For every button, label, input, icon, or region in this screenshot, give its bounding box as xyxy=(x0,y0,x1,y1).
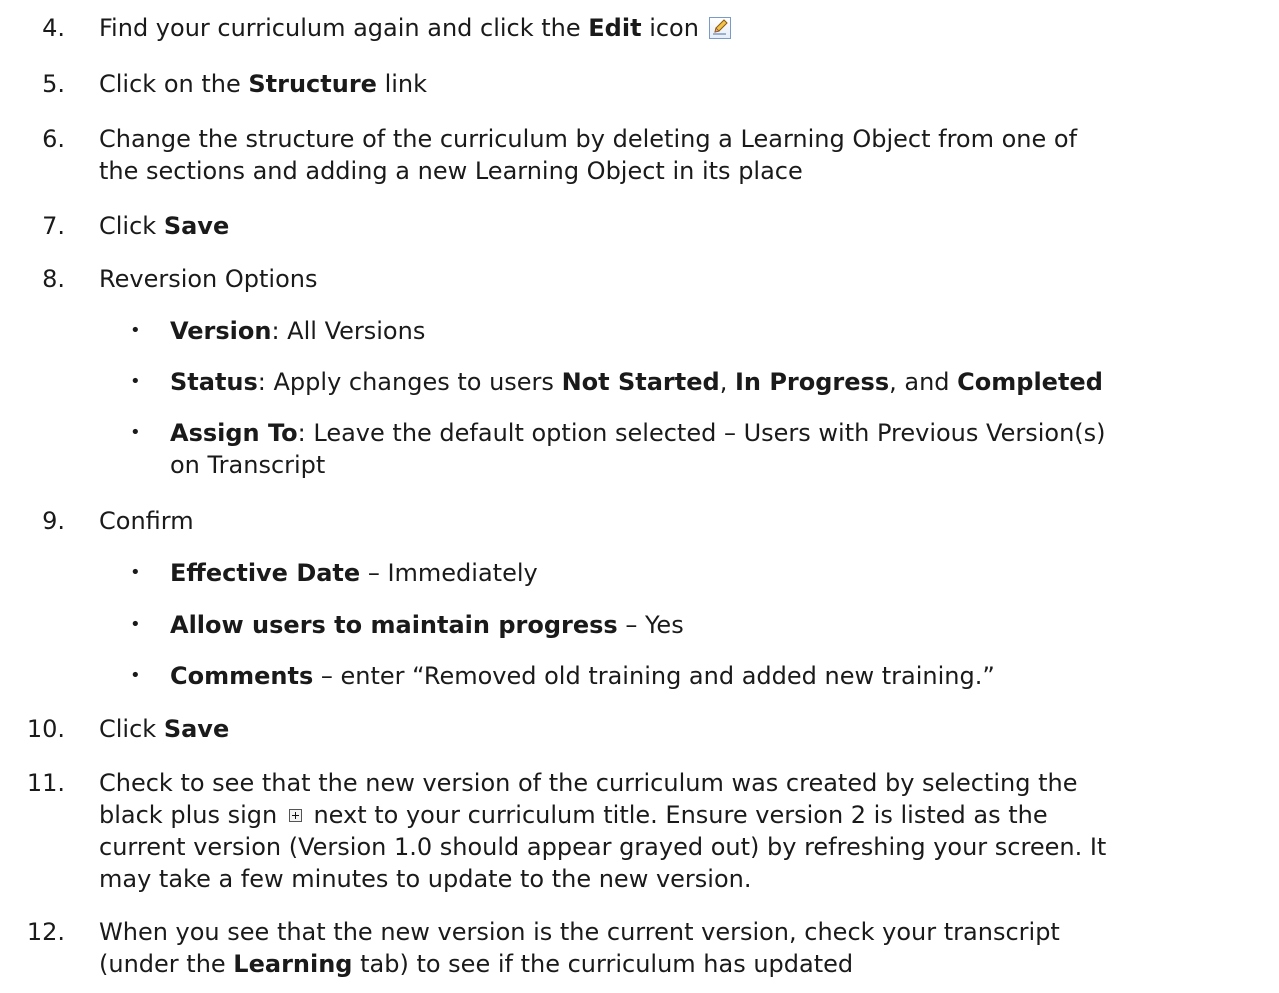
step-number: 10. xyxy=(26,715,65,743)
edit-icon xyxy=(708,17,731,39)
bullet: • xyxy=(130,320,141,341)
step-text: Click on the Structure link xyxy=(99,70,428,98)
step-number: 6. xyxy=(42,125,65,153)
step-number: 5. xyxy=(42,70,65,98)
step-text: Reversion Options xyxy=(99,265,318,293)
step-number: 9. xyxy=(42,507,65,535)
step-text: Change the structure of the curriculum b… xyxy=(99,125,1078,185)
bullet: • xyxy=(130,371,141,392)
bullet: • xyxy=(130,422,141,443)
step-text: Find your curriculum again and click the… xyxy=(99,12,1273,44)
step-number: 4. xyxy=(42,14,65,42)
step-number: 12. xyxy=(26,918,65,946)
step-text: Check to see that the new version of the… xyxy=(99,769,1107,893)
plus-icon xyxy=(288,809,302,822)
step-number: 11. xyxy=(26,769,65,797)
bullet: • xyxy=(130,665,141,686)
step-number: 7. xyxy=(42,212,65,240)
step-text: Click Save xyxy=(99,212,230,240)
step-text: Confirm xyxy=(99,507,194,535)
step-number: 8. xyxy=(42,265,65,293)
step-text: When you see that the new version is the… xyxy=(99,918,1060,978)
step-text: Click Save xyxy=(99,715,230,743)
bullet: • xyxy=(130,614,141,635)
bullet: • xyxy=(130,562,141,583)
